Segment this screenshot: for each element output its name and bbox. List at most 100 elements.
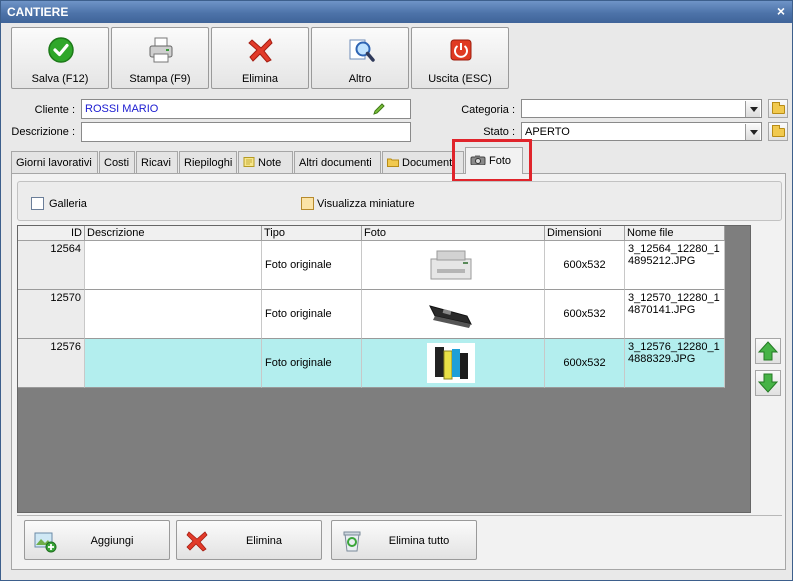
table-row-selected[interactable]: 12576 Foto originale 600x532 3_12576_122… <box>18 339 725 388</box>
tab-riepiloghi[interactable]: Riepiloghi <box>179 151 237 173</box>
folder-icon <box>387 158 399 167</box>
delete-photo-button[interactable]: Elimina <box>176 520 322 560</box>
tab-costi[interactable]: Costi <box>99 151 135 173</box>
delete-photo-label: Elimina <box>245 535 283 547</box>
cell-id: 12576 <box>18 339 85 388</box>
filename-line: 3_12570_12280_1 <box>628 292 720 304</box>
tab-label: Costi <box>104 157 130 169</box>
close-icon[interactable]: × <box>777 3 785 19</box>
add-button[interactable]: Aggiungi <box>24 520 170 560</box>
column-header-photo[interactable]: Foto <box>362 226 545 241</box>
delete-x-icon <box>248 38 273 63</box>
cell-filename: 3_12570_12280_1 4870141.JPG <box>625 290 725 339</box>
filename-line: 4895212.JPG <box>628 255 696 267</box>
delete-button[interactable]: Elimina <box>211 27 309 89</box>
tab-label: Giorni lavorativi <box>16 157 92 169</box>
description-label: Descrizione : <box>11 126 75 138</box>
tab-label: Ricavi <box>141 157 171 169</box>
client-field[interactable]: ROSSI MARIO <box>81 99 411 119</box>
column-header-id[interactable]: ID <box>18 226 85 241</box>
status-combo[interactable]: APERTO <box>521 122 762 141</box>
description-field[interactable] <box>81 122 411 142</box>
power-icon <box>450 39 472 61</box>
tab-note[interactable]: Note <box>238 151 293 173</box>
toner-cartridge-photo <box>429 305 472 328</box>
table-row[interactable]: 12564 Foto originale 600x532 3_12564_122… <box>18 241 725 290</box>
app-window: CANTIERE × Salva (F12) Stampa (F9) Elimi… <box>0 0 793 581</box>
title-bar: CANTIERE × <box>1 1 792 23</box>
exit-label: Uscita (ESC) <box>428 73 492 85</box>
folder-icon <box>772 125 785 137</box>
cell-description[interactable] <box>85 290 262 339</box>
arrow-up-icon <box>757 341 779 361</box>
cell-description[interactable] <box>85 241 262 290</box>
folder-icon <box>772 102 785 114</box>
cell-filename: 3_12564_12280_1 4895212.JPG <box>625 241 725 290</box>
column-header-dimensions[interactable]: Dimensioni <box>545 226 625 241</box>
tab-label: Altri documenti <box>299 157 372 169</box>
highlight-annotation <box>452 139 532 182</box>
print-label: Stampa (F9) <box>129 73 191 85</box>
category-folder-button[interactable] <box>768 99 788 118</box>
pencil-icon[interactable] <box>372 102 386 116</box>
cell-type: Foto originale <box>262 339 362 388</box>
column-header-filename[interactable]: Nome file <box>625 226 725 241</box>
cell-photo <box>362 339 545 388</box>
printer-photo <box>430 250 472 280</box>
category-combo[interactable] <box>521 99 762 118</box>
recycle-bin-icon <box>343 531 361 552</box>
client-value: ROSSI MARIO <box>85 103 159 115</box>
add-image-icon <box>34 532 57 553</box>
ink-cartridges-photo <box>427 343 475 383</box>
other-label: Altro <box>348 73 372 85</box>
move-down-button[interactable] <box>755 370 781 396</box>
cell-type: Foto originale <box>262 241 362 290</box>
status-label: Stato : <box>483 126 515 138</box>
print-button[interactable]: Stampa (F9) <box>111 27 209 89</box>
category-label: Categoria : <box>461 104 515 116</box>
cell-id: 12564 <box>18 241 85 290</box>
window-title: CANTIERE <box>7 5 69 19</box>
gallery-checkbox[interactable] <box>31 197 44 210</box>
table-row[interactable]: 12570 Foto originale 600x532 3_12570_122… <box>18 290 725 339</box>
filename-line: 3_12576_12280_1 <box>628 341 720 353</box>
thumbnails-checkbox[interactable] <box>301 197 314 210</box>
tab-ricavi[interactable]: Ricavi <box>136 151 178 173</box>
magnifier-icon <box>349 39 375 62</box>
filename-line: 3_12564_12280_1 <box>628 243 720 255</box>
arrow-down-icon <box>757 373 779 393</box>
exit-button[interactable]: Uscita (ESC) <box>411 27 509 89</box>
cell-dimensions: 600x532 <box>545 339 625 388</box>
cell-dimensions: 600x532 <box>545 290 625 339</box>
tab-giorni-lavorativi[interactable]: Giorni lavorativi <box>11 151 98 173</box>
cell-type: Foto originale <box>262 290 362 339</box>
filename-line: 4888329.JPG <box>628 353 696 365</box>
cell-description[interactable] <box>85 339 262 388</box>
tab-altri-documenti[interactable]: Altri documenti <box>294 151 381 173</box>
tab-label: Documenti <box>402 157 455 169</box>
client-label: Cliente : <box>34 104 75 116</box>
status-folder-button[interactable] <box>768 122 788 141</box>
tab-label: Riepiloghi <box>184 157 233 169</box>
cell-dimensions: 600x532 <box>545 241 625 290</box>
options-bar: Galleria Visualizza miniature <box>17 181 782 221</box>
delete-label: Elimina <box>241 73 279 85</box>
filename-line: 4870141.JPG <box>628 304 696 316</box>
cell-photo <box>362 290 545 339</box>
photo-grid: ID Descrizione Tipo Foto Dimensioni Nome… <box>17 225 751 513</box>
add-label: Aggiungi <box>90 535 134 547</box>
column-header-type[interactable]: Tipo <box>262 226 362 241</box>
tab-label: Note <box>258 157 282 169</box>
status-value: APERTO <box>525 126 570 138</box>
save-button[interactable]: Salva (F12) <box>11 27 109 89</box>
chevron-down-icon[interactable] <box>745 101 760 117</box>
delete-x-icon <box>186 531 208 552</box>
chevron-down-icon[interactable] <box>745 124 760 140</box>
thumbnails-label: Visualizza miniature <box>317 198 415 210</box>
delete-all-button[interactable]: Elimina tutto <box>331 520 477 560</box>
checkmark-icon <box>48 37 74 63</box>
delete-all-label: Elimina tutto <box>388 535 450 547</box>
other-button[interactable]: Altro <box>311 27 409 89</box>
column-header-description[interactable]: Descrizione <box>85 226 262 241</box>
move-up-button[interactable] <box>755 338 781 364</box>
